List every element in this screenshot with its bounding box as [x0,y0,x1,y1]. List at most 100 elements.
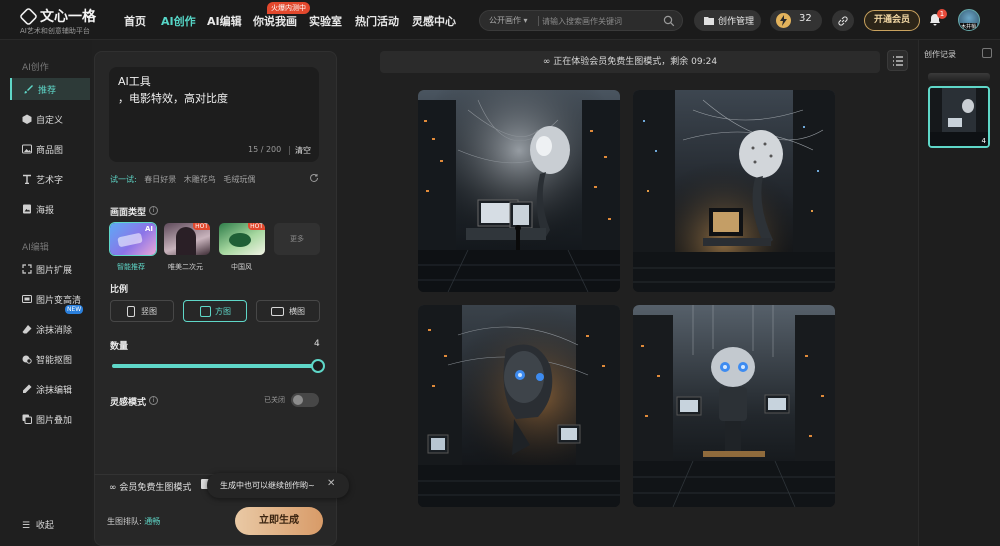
nav-ai-create[interactable]: AI创作 [161,13,196,29]
sidebar-item-recommend[interactable]: 推荐 [10,78,90,100]
sidebar-item-label: 涂抹消除 [36,326,73,336]
eraser-icon [22,325,32,334]
search-icon[interactable] [663,15,675,27]
sidebar-item-label: 海报 [36,206,55,216]
image-type-label: 唯美二次元 [168,263,203,271]
smear-edit-icon [23,384,32,393]
vip-button[interactable]: 开通会员 [864,10,920,31]
creation-manage-button[interactable]: 创作管理 [694,10,761,31]
square-icon [200,306,211,317]
history-thumbnail-image [930,88,988,146]
suggestion-chip[interactable]: 毛绒玩偶 [223,175,255,184]
nav-lab[interactable]: 实验室 [309,13,342,29]
credits-count: 32 [799,13,812,24]
brush-icon [24,85,33,94]
image-type-label: 智能推荐 [117,263,145,271]
image-type-chinese[interactable]: HOT [219,223,265,255]
slider-handle[interactable] [311,359,325,373]
brand-tagline: AI艺术和创意辅助平台 [20,27,90,35]
credits-display[interactable]: 32 [770,10,822,31]
info-icon[interactable]: i [149,206,158,215]
ratio-square-button[interactable]: 方图 [183,300,247,322]
suggestion-chip[interactable]: 春日好景 [144,175,176,184]
member-mode-label: ∞ 会员免费生图模式 [109,480,191,493]
search-filter-dropdown[interactable]: 公开画作 ▾ [489,15,528,26]
overlay-icon [22,414,32,424]
close-icon[interactable]: ✕ [327,478,335,489]
sidebar-group-edit: AI编辑 [22,243,49,253]
nav-events[interactable]: 热门活动 [355,13,399,29]
sidebar-item-product[interactable]: 商品图 [10,138,90,160]
list-view-button[interactable] [887,50,908,71]
folder-icon [704,17,714,25]
search-input[interactable] [542,14,657,28]
brand-name: 文心一格 [40,9,96,25]
search-bar: 公开画作 ▾ [479,10,683,31]
image-type-smart[interactable]: AI [109,222,157,256]
chinese-shape [229,233,251,247]
anime-figure [176,227,196,255]
generated-image-1[interactable] [418,90,620,292]
image-type-anime[interactable]: HOT [164,223,210,255]
counter-divider [289,146,290,155]
image-type-label: 中国风 [231,263,252,271]
sidebar-item-poster[interactable]: 海报 [10,198,90,220]
logo[interactable]: 文心一格 AI艺术和创意辅助平台 [18,5,100,35]
sidebar-item-label: 图片叠加 [36,416,73,426]
clear-button[interactable]: 清空 [295,145,311,156]
sidebar-item-label: 图片扩展 [36,266,73,276]
text-icon [23,174,31,184]
try-label: 试一试: [110,175,137,184]
inspiration-state: 已关闭 [264,396,285,404]
landscape-icon [271,307,284,316]
sidebar-item-label: 涂抹编辑 [36,386,73,396]
trial-banner: ∞ 正在体验会员免费生图模式，剩余 09:24 [380,51,880,73]
poster-icon [23,204,31,214]
link-button[interactable] [832,10,854,31]
suggestion-chip[interactable]: 木雕花鸟 [184,175,216,184]
generated-image-2[interactable] [633,90,835,292]
nav-home[interactable]: 首页 [124,13,146,29]
prompt-text[interactable]: AI工具 ，电影特效，高对比度 [118,73,308,107]
sidebar-item-label: 自定义 [36,116,64,126]
sidebar-item-smart-cutout[interactable]: 智能抠图 [10,348,90,370]
count-slider[interactable] [112,364,318,368]
beta-badge: 火爆内测中 [267,2,310,14]
nav-you-say-i-draw[interactable]: 你说我画 [253,13,297,29]
creation-manage-label: 创作管理 [718,17,755,27]
generate-button[interactable]: 立即生成 [235,507,323,535]
history-thumbnail[interactable]: 4 [928,86,990,148]
sidebar-item-smear-edit[interactable]: 涂抹编辑 [10,378,90,400]
sidebar-item-image-expand[interactable]: 图片扩展 [10,258,90,280]
info-icon[interactable]: i [149,396,158,405]
notification-count: 1 [937,9,947,19]
sidebar-item-custom[interactable]: 自定义 [10,108,90,130]
collapse-button[interactable]: ☰ 收起 [22,518,54,531]
nav-ai-edit[interactable]: AI编辑 [207,13,242,29]
infinity-icon: ∞ [542,57,551,67]
sidebar-item-label: 艺术字 [36,176,64,186]
lightning-icon [776,13,791,28]
generated-image-4[interactable] [633,305,835,507]
collapse-label: 收起 [35,521,54,531]
history-expand-icon[interactable] [982,48,992,58]
sidebar-item-smear-erase[interactable]: 涂抹消除 [10,318,90,340]
avatar[interactable]: 木井梢 [958,9,980,31]
ratio-label: 横图 [289,307,305,316]
robot-server-room-image [633,90,835,292]
sidebar-item-art-text[interactable]: 艺术字 [10,168,90,190]
try-suggestions: 试一试: 春日好景 木雕花鸟 毛绒玩偶 [110,174,255,185]
generated-image-3[interactable] [418,305,620,507]
count-value: 4 [314,339,320,349]
nav-inspiration[interactable]: 灵感中心 [412,13,456,29]
ratio-landscape-button[interactable]: 横图 [256,300,320,322]
sidebar-item-image-overlay[interactable]: 图片叠加 [10,408,90,430]
toggle-knob [293,395,303,405]
portrait-icon [127,306,135,317]
refresh-icon[interactable] [309,173,319,183]
inspiration-toggle[interactable] [291,393,319,407]
queue-label-text: 生图排队: [107,517,142,526]
ratio-portrait-button[interactable]: 竖图 [110,300,174,322]
more-types-button[interactable]: 更多 [274,223,320,255]
menu-icon: ☰ [22,521,31,531]
